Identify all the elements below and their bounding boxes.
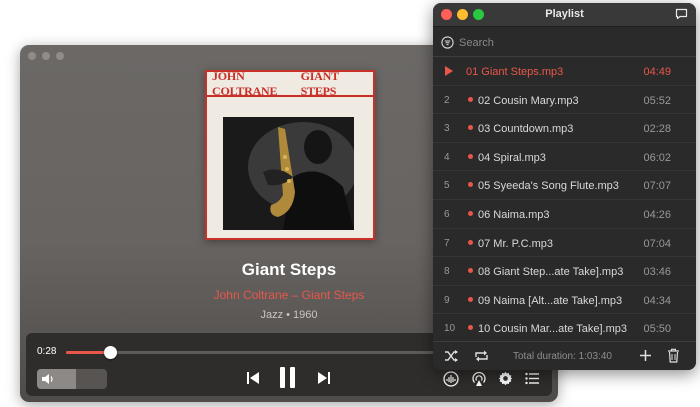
track-duration: 05:52: [643, 94, 671, 107]
playlist-footer: Total duration: 1:03:40: [433, 341, 696, 370]
airplay-button[interactable]: [471, 371, 487, 387]
delete-button[interactable]: [667, 348, 680, 363]
unplayed-dot-icon: [468, 239, 473, 245]
repeat-icon: [475, 350, 488, 362]
track-duration: 07:07: [643, 180, 671, 193]
track-number: 8: [444, 266, 450, 278]
track-duration: 04:49: [643, 66, 671, 78]
settings-button[interactable]: [498, 371, 513, 386]
unplayed-dot-icon: [468, 325, 473, 331]
track-name: 06 Naima.mp3: [478, 208, 550, 221]
list-item[interactable]: 9 09 Naima [Alt...ate Take].mp3 04:34: [433, 286, 696, 315]
track-duration: 04:34: [643, 294, 671, 307]
unplayed-dot-icon: [468, 153, 473, 159]
track-number: 7: [444, 237, 450, 249]
track-duration: 04:26: [643, 208, 671, 221]
pause-button[interactable]: [279, 366, 296, 389]
track-name: 09 Naima [Alt...ate Take].mp3: [478, 294, 623, 307]
playlist-titlebar: Playlist: [433, 3, 696, 27]
trash-icon: [668, 348, 679, 363]
unplayed-dot-icon: [468, 125, 473, 131]
chat-icon[interactable]: [675, 8, 688, 20]
list-item[interactable]: 01 Giant Steps.mp3 04:49: [433, 57, 696, 86]
track-duration: 03:46: [643, 266, 671, 279]
unplayed-dot-icon: [468, 96, 473, 102]
list-item[interactable]: 10 10 Cousin Mar...ate Take].mp3 05:50: [433, 314, 696, 343]
list-item[interactable]: 3 03 Countdown.mp3 02:28: [433, 114, 696, 143]
pause-icon: [280, 367, 295, 388]
track-name: 07 Mr. P.C.mp3: [478, 237, 553, 250]
list-item[interactable]: 6 06 Naima.mp3 04:26: [433, 200, 696, 229]
now-playing-icon: [445, 66, 453, 76]
track-name: 03 Countdown.mp3: [478, 123, 574, 136]
track-name: 10 Cousin Mar...ate Take].mp3: [478, 323, 627, 336]
total-duration: Total duration: 1:03:40: [513, 351, 612, 362]
shuffle-button[interactable]: [444, 349, 459, 363]
add-icon: [640, 350, 651, 361]
track-duration: 05:50: [643, 323, 671, 336]
track-number: 10: [444, 323, 456, 335]
next-icon: [318, 372, 330, 384]
album-cover-album-text: GIANT STEPS: [300, 68, 339, 98]
track-duration: 06:02: [643, 151, 671, 164]
list-item[interactable]: 8 08 Giant Step...ate Take].mp3 03:46: [433, 257, 696, 286]
album-cover-artist-text: JOHN COLTRANE: [212, 68, 278, 98]
track-number: 4: [444, 151, 450, 163]
progress-bar[interactable]: [66, 351, 436, 354]
playlist-list: 01 Giant Steps.mp3 04:49 2 02 Cousin Mar…: [433, 57, 696, 343]
track-duration: 02:28: [643, 123, 671, 136]
playlist-icon: [525, 372, 539, 385]
airplay-icon: [472, 371, 486, 386]
list-item[interactable]: 5 05 Syeeda's Song Flute.mp3 07:07: [433, 171, 696, 200]
track-name: 08 Giant Step...ate Take].mp3: [478, 266, 624, 279]
unplayed-dot-icon: [468, 268, 473, 274]
playlist-toggle-button[interactable]: [525, 372, 539, 385]
minimize-window-button[interactable]: [42, 52, 50, 60]
elapsed-time: 0:28: [37, 346, 57, 357]
track-duration: 07:04: [643, 237, 671, 250]
track-number: 3: [444, 123, 450, 135]
window-controls: [28, 52, 64, 60]
repeat-button[interactable]: [474, 349, 489, 363]
playlist-window: Playlist 01 Giant Steps.mp3 04:49 2 02 C…: [433, 3, 696, 370]
search-icon: [441, 36, 454, 49]
playlist-search-bar: [433, 28, 696, 57]
playlist-title: Playlist: [545, 8, 584, 20]
previous-icon: [247, 372, 259, 384]
album-cover: JOHN COLTRANE GIANT STEPS: [205, 68, 375, 240]
equalizer-icon: [443, 371, 459, 387]
track-name: 01 Giant Steps.mp3: [466, 66, 564, 78]
progress-thumb[interactable]: [103, 346, 117, 359]
list-item[interactable]: 2 02 Cousin Mary.mp3 05:52: [433, 86, 696, 115]
zoom-window-button[interactable]: [56, 52, 64, 60]
unplayed-dot-icon: [468, 210, 473, 216]
volume-icon: [42, 374, 53, 384]
equalizer-button[interactable]: [443, 371, 459, 387]
volume-slider[interactable]: [37, 369, 107, 389]
saxophonist-photo-icon: [223, 117, 354, 230]
list-item[interactable]: 4 04 Spiral.mp3 06:02: [433, 143, 696, 172]
track-number: 6: [444, 208, 450, 220]
unplayed-dot-icon: [468, 182, 473, 188]
track-name: 05 Syeeda's Song Flute.mp3: [478, 180, 619, 193]
list-item[interactable]: 7 07 Mr. P.C.mp3 07:04: [433, 229, 696, 258]
previous-button[interactable]: [246, 371, 260, 385]
unplayed-dot-icon: [468, 296, 473, 302]
gear-icon: [498, 371, 513, 386]
close-window-button[interactable]: [28, 52, 36, 60]
track-name: 02 Cousin Mary.mp3: [478, 94, 579, 107]
search-input[interactable]: [459, 34, 679, 52]
track-number: 5: [444, 180, 450, 192]
album-cover-header: JOHN COLTRANE GIANT STEPS: [207, 68, 373, 98]
shuffle-icon: [445, 350, 458, 362]
add-button[interactable]: [639, 349, 652, 362]
album-cover-photo: [223, 117, 354, 230]
track-number: 9: [444, 294, 450, 306]
track-number: 2: [444, 94, 450, 106]
next-button[interactable]: [317, 371, 331, 385]
track-name: 04 Spiral.mp3: [478, 151, 546, 164]
